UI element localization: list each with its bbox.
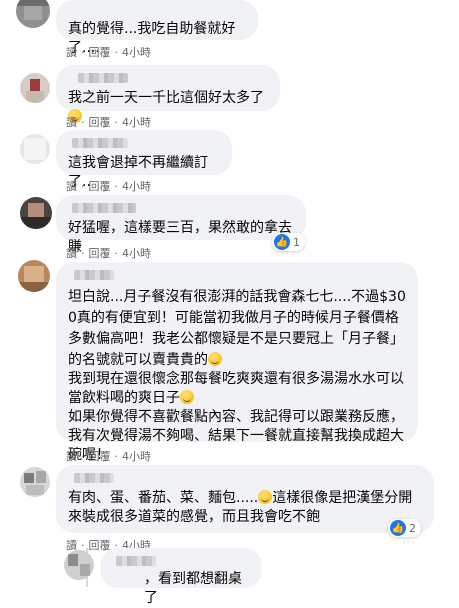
comment-actions: 讀 · 回覆 · 4小時 (66, 245, 151, 261)
comment-bubble: 真的覺得...我吃自助餐就好了.... (56, 0, 258, 56)
comment-text: 坦白說...月子餐沒有很澎湃的話我會森七七....不過$300真的有便宜到！可能… (68, 289, 406, 368)
comment-actions: 讀 · 回覆 · 4小時 (66, 448, 151, 464)
comment-time[interactable]: 4小時 (122, 44, 151, 60)
reply-button[interactable]: 回覆 (89, 245, 111, 261)
reply-button[interactable]: 回覆 (89, 448, 111, 464)
avatar[interactable] (20, 73, 50, 103)
comment-bubble: 坦白說...月子餐沒有很澎湃的話我會森七七....不過$300真的有便宜到！可能… (56, 262, 418, 463)
comment-bubble: 好猛喔，這樣要三百，果然敢的拿去賺 (56, 195, 306, 255)
comment-time[interactable]: 4小時 (122, 178, 151, 194)
read-button[interactable]: 讀 (66, 245, 77, 261)
comment-time[interactable]: 4小時 (122, 245, 151, 261)
comment-bubble: 這我會退掉不再繼續訂了.. (56, 130, 232, 190)
grinning-emoji (180, 390, 194, 404)
commenter-name[interactable] (78, 73, 128, 83)
comment-text: 有肉、蛋、番茄、菜、麵包..... (68, 490, 259, 506)
like-icon: 👍 (390, 520, 406, 536)
read-button[interactable]: 讀 (66, 44, 77, 60)
comment-actions: 讀 · 回覆 · 4小時 (66, 178, 151, 194)
comment-bubble: ，看到都想翻桌了 (100, 548, 262, 606)
read-button[interactable]: 讀 (66, 114, 77, 130)
reaction-count[interactable]: 👍 2 (388, 519, 421, 537)
comment-time[interactable]: 4小時 (122, 114, 151, 130)
avatar[interactable] (64, 550, 94, 580)
commenter-name[interactable] (72, 138, 128, 148)
comment-text: 我之前一天一千比這個好太多了 (68, 90, 264, 106)
avatar[interactable] (20, 197, 52, 229)
comment-text-2: 我到現在還很懷念那每餐吃爽爽還有很多湯湯水水可以當飲料喝的爽日子 (68, 371, 404, 406)
commenter-name[interactable] (74, 270, 114, 280)
reply-button[interactable]: 回覆 (89, 114, 111, 130)
avatar[interactable] (18, 260, 50, 292)
avatar[interactable] (16, 0, 50, 28)
like-icon: 👍 (274, 234, 290, 250)
commenter-name[interactable] (116, 556, 156, 566)
comment-bubble: 我之前一天一千比這個好太多了 (56, 65, 280, 123)
avatar[interactable] (20, 467, 50, 497)
reaction-count[interactable]: 👍 1 (272, 233, 305, 251)
reaction-number: 1 (293, 235, 300, 249)
grinning-emoji (208, 352, 222, 366)
comment-actions: 讀 · 回覆 · 4小時 (66, 114, 151, 130)
reply-button[interactable]: 回覆 (89, 44, 111, 60)
reaction-number: 2 (409, 521, 416, 535)
comment-text: ，看到都想翻桌了 (144, 571, 242, 606)
comment-actions: 讀 · 回覆 · 4小時 (66, 44, 151, 60)
comment-time[interactable]: 4小時 (122, 448, 151, 464)
comment-bubble: 有肉、蛋、番茄、菜、麵包..... 這樣很像是把漢堡分開來裝成很多道菜的感覺，而且… (56, 465, 434, 533)
commenter-name[interactable] (74, 473, 114, 483)
avatar[interactable] (20, 134, 50, 164)
grinning-emoji (258, 490, 273, 504)
reply-button[interactable]: 回覆 (89, 178, 111, 194)
read-button[interactable]: 讀 (66, 448, 77, 464)
commenter-name[interactable] (72, 203, 136, 213)
read-button[interactable]: 讀 (66, 178, 77, 194)
